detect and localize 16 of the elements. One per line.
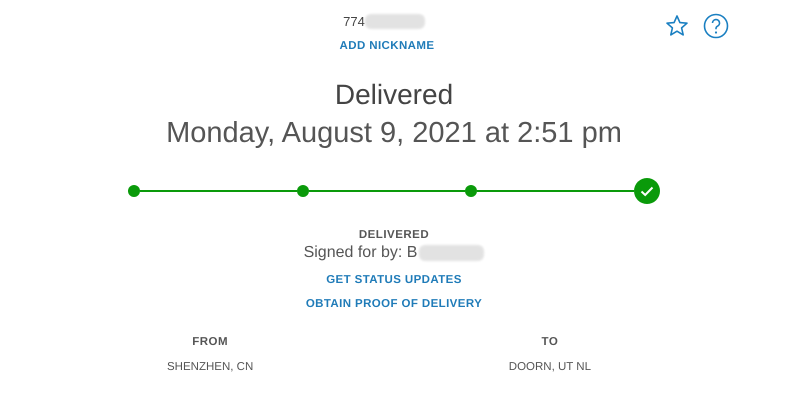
action-link[interactable]: GET STATUS UPDATES — [326, 274, 462, 286]
redacted-blur — [364, 14, 425, 29]
status-label: DELIVERED — [358, 229, 430, 241]
star-icon[interactable] — [665, 14, 689, 38]
signed-for-text: Signed for by: B — [304, 244, 418, 262]
location-value: SHENZHEN, CN — [167, 361, 254, 373]
status-title: Delivered — [334, 79, 454, 111]
add-nickname-link[interactable]: ADD NICKNAME — [340, 40, 434, 52]
location-label: FROM — [192, 336, 228, 348]
help-icon[interactable] — [703, 13, 729, 39]
delivery-date: Monday, August 9, 2021 at 2:51 pm — [166, 117, 622, 150]
tracking-number: 774 — [343, 14, 365, 29]
location-label: TO — [542, 336, 558, 348]
redacted-blur — [419, 245, 484, 261]
action-link[interactable]: OBTAIN PROOF OF DELIVERY — [306, 298, 482, 310]
location-value: DOORN, UT NL — [508, 361, 591, 373]
